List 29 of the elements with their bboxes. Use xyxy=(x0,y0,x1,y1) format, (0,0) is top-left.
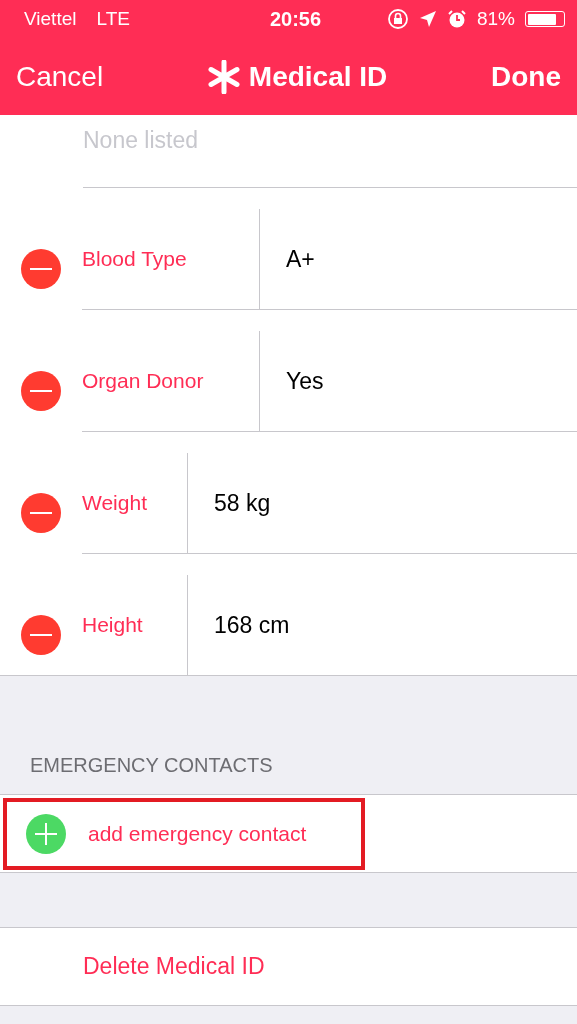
asterisk-icon xyxy=(206,59,241,94)
battery-percent: 81% xyxy=(476,8,515,30)
network-type: LTE xyxy=(96,8,130,30)
remove-icon[interactable] xyxy=(21,493,61,533)
field-value[interactable]: 168 cm xyxy=(188,611,290,639)
add-icon xyxy=(26,813,66,854)
location-arrow-icon xyxy=(418,10,437,28)
remove-icon[interactable] xyxy=(21,371,61,411)
add-contact-label: add emergency contact xyxy=(88,821,307,846)
cancel-button[interactable]: Cancel xyxy=(16,60,104,93)
field-value[interactable]: A+ xyxy=(260,245,315,273)
field-label: Height xyxy=(82,575,188,675)
delete-medical-id-button[interactable]: Delete Medical ID xyxy=(83,953,265,980)
field-value[interactable]: Yes xyxy=(260,367,324,395)
clock-time: 20:56 xyxy=(269,7,322,31)
field-label: Weight xyxy=(82,453,188,553)
section-header: EMERGENCY CONTACTS xyxy=(29,754,274,778)
alarm-clock-icon xyxy=(446,9,467,29)
carrier-name: Viettel xyxy=(24,8,77,30)
field-label: Blood Type xyxy=(82,209,260,309)
battery-icon xyxy=(525,11,565,27)
screen-title: Medical ID xyxy=(248,60,388,93)
remove-icon[interactable] xyxy=(21,615,61,655)
field-label: Organ Donor xyxy=(82,331,260,431)
add-contact-row[interactable]: add emergency contact xyxy=(3,797,365,870)
rotation-lock-icon xyxy=(386,8,409,30)
remove-icon[interactable] xyxy=(21,249,61,289)
done-button[interactable]: Done xyxy=(491,60,561,93)
field-value[interactable]: 58 kg xyxy=(188,489,271,517)
